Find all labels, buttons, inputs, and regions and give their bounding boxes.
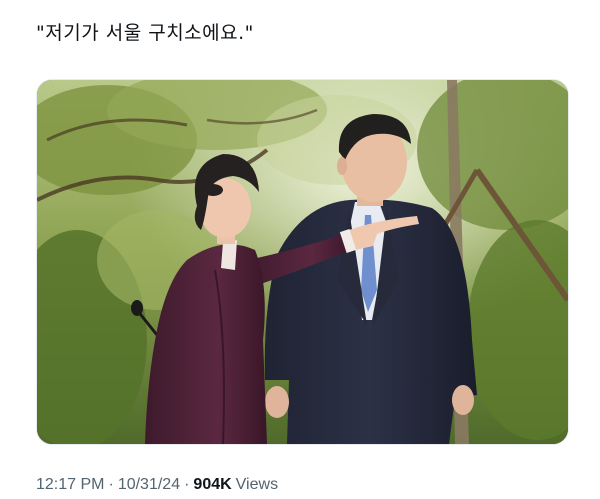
post-photo[interactable] bbox=[36, 79, 569, 445]
post-text: "저기가 서울 구치소에요." bbox=[36, 22, 254, 44]
post-date[interactable]: 10/31/24 bbox=[118, 474, 180, 496]
post-time[interactable]: 12:17 PM bbox=[36, 474, 104, 496]
meta-separator: · bbox=[184, 476, 190, 493]
post-metadata: 12:17 PM · 10/31/24 · 904K Views bbox=[36, 474, 278, 496]
meta-separator: · bbox=[108, 476, 114, 493]
photo-illustration bbox=[37, 80, 568, 444]
views-count[interactable]: 904K bbox=[193, 474, 231, 496]
views-label: Views bbox=[235, 476, 279, 493]
